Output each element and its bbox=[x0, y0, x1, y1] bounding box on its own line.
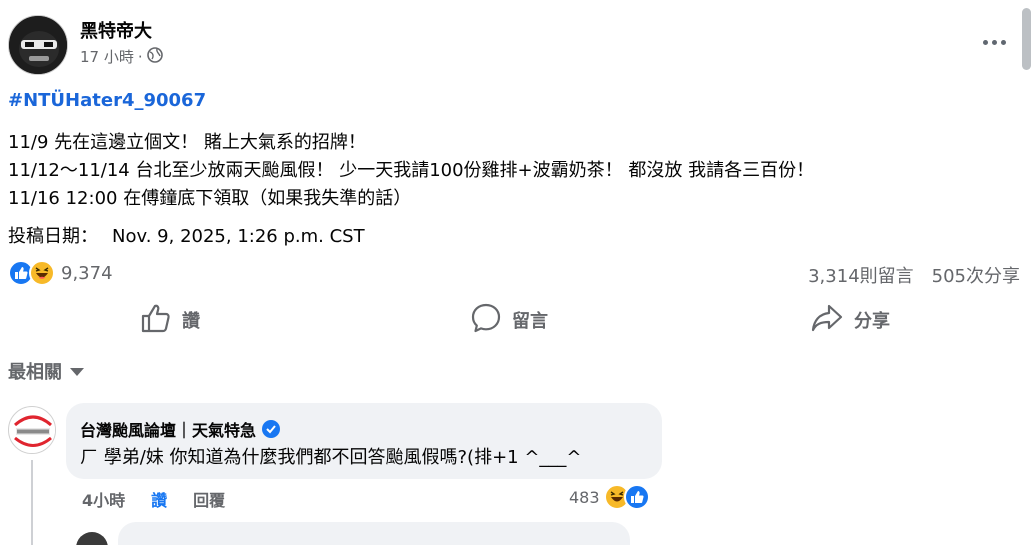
filter-label: 最相關 bbox=[8, 362, 62, 383]
comment-reply-button[interactable]: 回覆 bbox=[193, 487, 225, 511]
comment-filter-dropdown[interactable]: 最相關 bbox=[8, 358, 84, 384]
author-name[interactable]: 黑特帝大 bbox=[80, 17, 152, 43]
more-dot bbox=[982, 39, 988, 45]
share-button[interactable]: 分享 bbox=[810, 300, 890, 340]
share-count-link[interactable]: 505次分享 bbox=[932, 262, 1020, 288]
comment-like-button[interactable]: 讚 bbox=[151, 487, 167, 511]
caret-down-icon bbox=[70, 368, 84, 376]
globe-icon bbox=[146, 46, 163, 67]
comment-button[interactable]: 留言 bbox=[470, 300, 548, 340]
comment-bubble-icon bbox=[470, 302, 502, 339]
comment-time[interactable]: 4小時 bbox=[82, 487, 125, 511]
post-date-label: 投稿日期： bbox=[8, 226, 98, 247]
reply-avatar[interactable] bbox=[76, 532, 108, 545]
commenter-avatar[interactable] bbox=[8, 406, 56, 454]
hashtag-link[interactable]: #NTÜHater4_90067 bbox=[8, 90, 206, 111]
reactions-summary[interactable]: 9,374 bbox=[8, 260, 113, 286]
comment-reaction-count: 483 bbox=[569, 487, 600, 507]
like-label: 讚 bbox=[182, 311, 200, 332]
like-button[interactable]: 讚 bbox=[140, 300, 200, 340]
thumbs-up-icon bbox=[140, 303, 172, 338]
comment-author[interactable]: 台灣颱風論壇｜天氣特急 bbox=[80, 417, 281, 441]
haha-reaction-icon bbox=[29, 260, 55, 286]
verified-badge-icon bbox=[262, 420, 281, 438]
reaction-count: 9,374 bbox=[61, 262, 113, 284]
like-reaction-icon bbox=[623, 484, 650, 510]
thread-line bbox=[31, 460, 33, 545]
share-label: 分享 bbox=[854, 311, 890, 332]
comment-actions: 4小時 讚 回覆 bbox=[82, 487, 225, 511]
comment-label: 留言 bbox=[512, 311, 548, 332]
facebook-post: 黑特帝大 17 小時 · #NTÜHater4_90067 11/9 先在這邊立… bbox=[0, 0, 1036, 545]
more-options-button[interactable] bbox=[978, 30, 1010, 54]
share-arrow-icon bbox=[810, 303, 844, 338]
comment-count-link[interactable]: 3,314則留言 bbox=[808, 262, 914, 288]
more-dot bbox=[991, 39, 997, 45]
post-date-value: Nov. 9, 2025, 1:26 p.m. CST bbox=[112, 226, 365, 247]
reply-bubble bbox=[118, 522, 630, 545]
post-time[interactable]: 17 小時 bbox=[80, 46, 134, 67]
engagement-counts: 3,314則留言 505次分享 bbox=[808, 262, 1020, 288]
post-date: 投稿日期： Nov. 9, 2025, 1:26 p.m. CST bbox=[8, 222, 365, 248]
post-text-line-3: 11/16 12:00 在傅鐘底下領取（如果我失準的話） bbox=[8, 188, 412, 209]
comment-reactions[interactable]: 483 bbox=[569, 484, 650, 510]
post-text-line-1: 11/9 先在這邊立個文！ 賭上大氣系的招牌！ bbox=[8, 132, 366, 153]
more-dot bbox=[1000, 39, 1006, 45]
meta-separator: · bbox=[137, 47, 143, 66]
author-avatar[interactable] bbox=[8, 15, 68, 75]
comment-text: ㄏ 學弟/妹 你知道為什麼我們都不回答颱風假嗎?(排+1 ^___^ bbox=[80, 447, 582, 468]
scrollbar-thumb[interactable] bbox=[1022, 8, 1031, 70]
comment-author-name: 台灣颱風論壇｜天氣特急 bbox=[80, 421, 257, 440]
post-meta: 17 小時 · bbox=[80, 46, 163, 67]
post-text-line-2: 11/12～11/14 台北至少放兩天颱風假！ 少一天我請100份雞排+波霸奶茶… bbox=[8, 160, 815, 181]
comment-bubble: 台灣颱風論壇｜天氣特急 ㄏ 學弟/妹 你知道為什麼我們都不回答颱風假嗎?(排+1… bbox=[66, 403, 662, 479]
